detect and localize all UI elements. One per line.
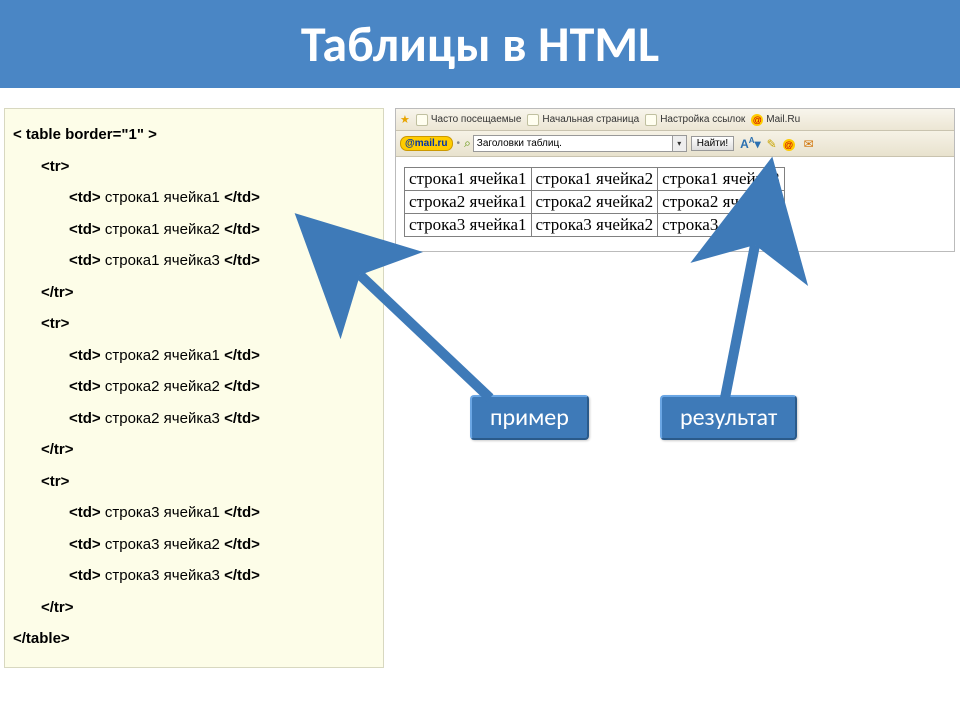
code-td-close: </td> bbox=[220, 410, 260, 427]
code-td-close: </td> bbox=[220, 536, 260, 553]
code-td-open: <td> bbox=[69, 410, 105, 427]
code-tr-close: </tr> bbox=[41, 599, 74, 616]
code-td-close: </td> bbox=[220, 347, 260, 364]
table-cell: строка3 ячейка2 bbox=[531, 214, 658, 237]
code-example-panel: < table border="1" > <tr> <td> строка1 я… bbox=[4, 108, 384, 668]
magnifier-icon: ⌕ bbox=[464, 136, 471, 151]
page-icon bbox=[527, 114, 539, 126]
dropdown-icon[interactable]: ▾ bbox=[673, 135, 687, 152]
table-cell: строка3 ячейка1 bbox=[405, 214, 532, 237]
code-td-close: </td> bbox=[220, 378, 260, 395]
at-icon: @ bbox=[751, 114, 763, 126]
result-table: строка1 ячейка1 строка1 ячейка2 строка1 … bbox=[404, 167, 785, 237]
code-tr-open: <tr> bbox=[41, 473, 69, 490]
code-tr-close: </tr> bbox=[41, 441, 74, 458]
bookmark-links[interactable]: Настройка ссылок bbox=[645, 114, 745, 126]
code-cell-text: строка1 ячейка1 bbox=[105, 189, 220, 206]
arrow-to-result bbox=[725, 245, 755, 398]
code-td-open: <td> bbox=[69, 536, 105, 553]
table-row: строка1 ячейка1 строка1 ячейка2 строка1 … bbox=[405, 168, 785, 191]
code-cell-text: строка1 ячейка3 bbox=[105, 252, 220, 269]
page-icon bbox=[645, 114, 657, 126]
code-td-close: </td> bbox=[220, 189, 260, 206]
code-td-open: <td> bbox=[69, 504, 105, 521]
bookmarks-bar: ★ Часто посещаемые Начальная страница На… bbox=[396, 109, 954, 131]
code-cell-text: строка2 ячейка3 bbox=[105, 410, 220, 427]
code-td-close: </td> bbox=[220, 504, 260, 521]
table-row: строка3 ячейка1 строка3 ячейка2 строка3 … bbox=[405, 214, 785, 237]
title-bar: Таблицы в HTML bbox=[0, 0, 960, 88]
code-cell-text: строка3 ячейка2 bbox=[105, 536, 220, 553]
slide: Таблицы в HTML < table border="1" > <tr>… bbox=[0, 0, 960, 720]
code-cell-text: строка3 ячейка3 bbox=[105, 567, 220, 584]
code-td-close: </td> bbox=[220, 567, 260, 584]
label-primer: пример bbox=[470, 395, 589, 440]
code-cell-text: строка1 ячейка2 bbox=[105, 221, 220, 238]
code-td-open: <td> bbox=[69, 221, 105, 238]
code-cell-text: строка2 ячейка1 bbox=[105, 347, 220, 364]
mail-icon[interactable]: ✉ bbox=[804, 137, 814, 151]
code-td-open: <td> bbox=[69, 252, 105, 269]
table-cell: строка3 ячейка3 bbox=[658, 214, 785, 237]
code-table-close: </table> bbox=[13, 630, 70, 647]
slide-title: Таблицы в HTML bbox=[301, 14, 659, 75]
star-icon: ★ bbox=[400, 113, 410, 126]
bookmark-label: Начальная страница bbox=[542, 114, 639, 125]
bookmark-mailru[interactable]: @Mail.Ru bbox=[751, 114, 800, 126]
code-cell-text: строка3 ячейка1 bbox=[105, 504, 220, 521]
bookmark-label: Настройка ссылок bbox=[660, 114, 745, 125]
bookmark-label: Часто посещаемые bbox=[431, 114, 522, 125]
table-cell: строка1 ячейка3 bbox=[658, 168, 785, 191]
pencil-icon[interactable]: ✎ bbox=[767, 137, 777, 151]
code-tr-open: <tr> bbox=[41, 158, 69, 175]
code-td-close: </td> bbox=[220, 252, 260, 269]
render-area: строка1 ячейка1 строка1 ячейка2 строка1 … bbox=[396, 157, 954, 251]
bookmark-frequent[interactable]: Часто посещаемые bbox=[416, 114, 522, 126]
search-button[interactable]: Найти! bbox=[691, 136, 734, 151]
search-toolbar: @mail.ru • ⌕ ▾ Найти! AA▾ ✎ @ ✉ bbox=[396, 131, 954, 157]
table-cell: строка2 ячейка1 bbox=[405, 191, 532, 214]
mailru-logo[interactable]: @mail.ru bbox=[400, 136, 453, 151]
table-cell: строка2 ячейка3 bbox=[658, 191, 785, 214]
code-tr-open: <tr> bbox=[41, 315, 69, 332]
table-cell: строка2 ячейка2 bbox=[531, 191, 658, 214]
table-cell: строка1 ячейка2 bbox=[531, 168, 658, 191]
browser-panel: ★ Часто посещаемые Начальная страница На… bbox=[395, 108, 955, 252]
code-cell-text: строка2 ячейка2 bbox=[105, 378, 220, 395]
bookmark-label: Mail.Ru bbox=[766, 114, 800, 125]
at-round-icon[interactable]: @ bbox=[783, 137, 798, 151]
code-tr-close: </tr> bbox=[41, 284, 74, 301]
code-td-open: <td> bbox=[69, 378, 105, 395]
page-icon bbox=[416, 114, 428, 126]
separator: • bbox=[457, 138, 461, 149]
font-size-icon[interactable]: AA▾ bbox=[740, 136, 760, 151]
label-result: результат bbox=[660, 395, 797, 440]
code-td-open: <td> bbox=[69, 347, 105, 364]
code-td-open: <td> bbox=[69, 567, 105, 584]
code-td-close: </td> bbox=[220, 221, 260, 238]
table-cell: строка1 ячейка1 bbox=[405, 168, 532, 191]
search-input[interactable] bbox=[473, 135, 673, 152]
code-table-open: < table border="1" > bbox=[13, 126, 157, 143]
code-td-open: <td> bbox=[69, 189, 105, 206]
bookmark-home[interactable]: Начальная страница bbox=[527, 114, 639, 126]
table-row: строка2 ячейка1 строка2 ячейка2 строка2 … bbox=[405, 191, 785, 214]
